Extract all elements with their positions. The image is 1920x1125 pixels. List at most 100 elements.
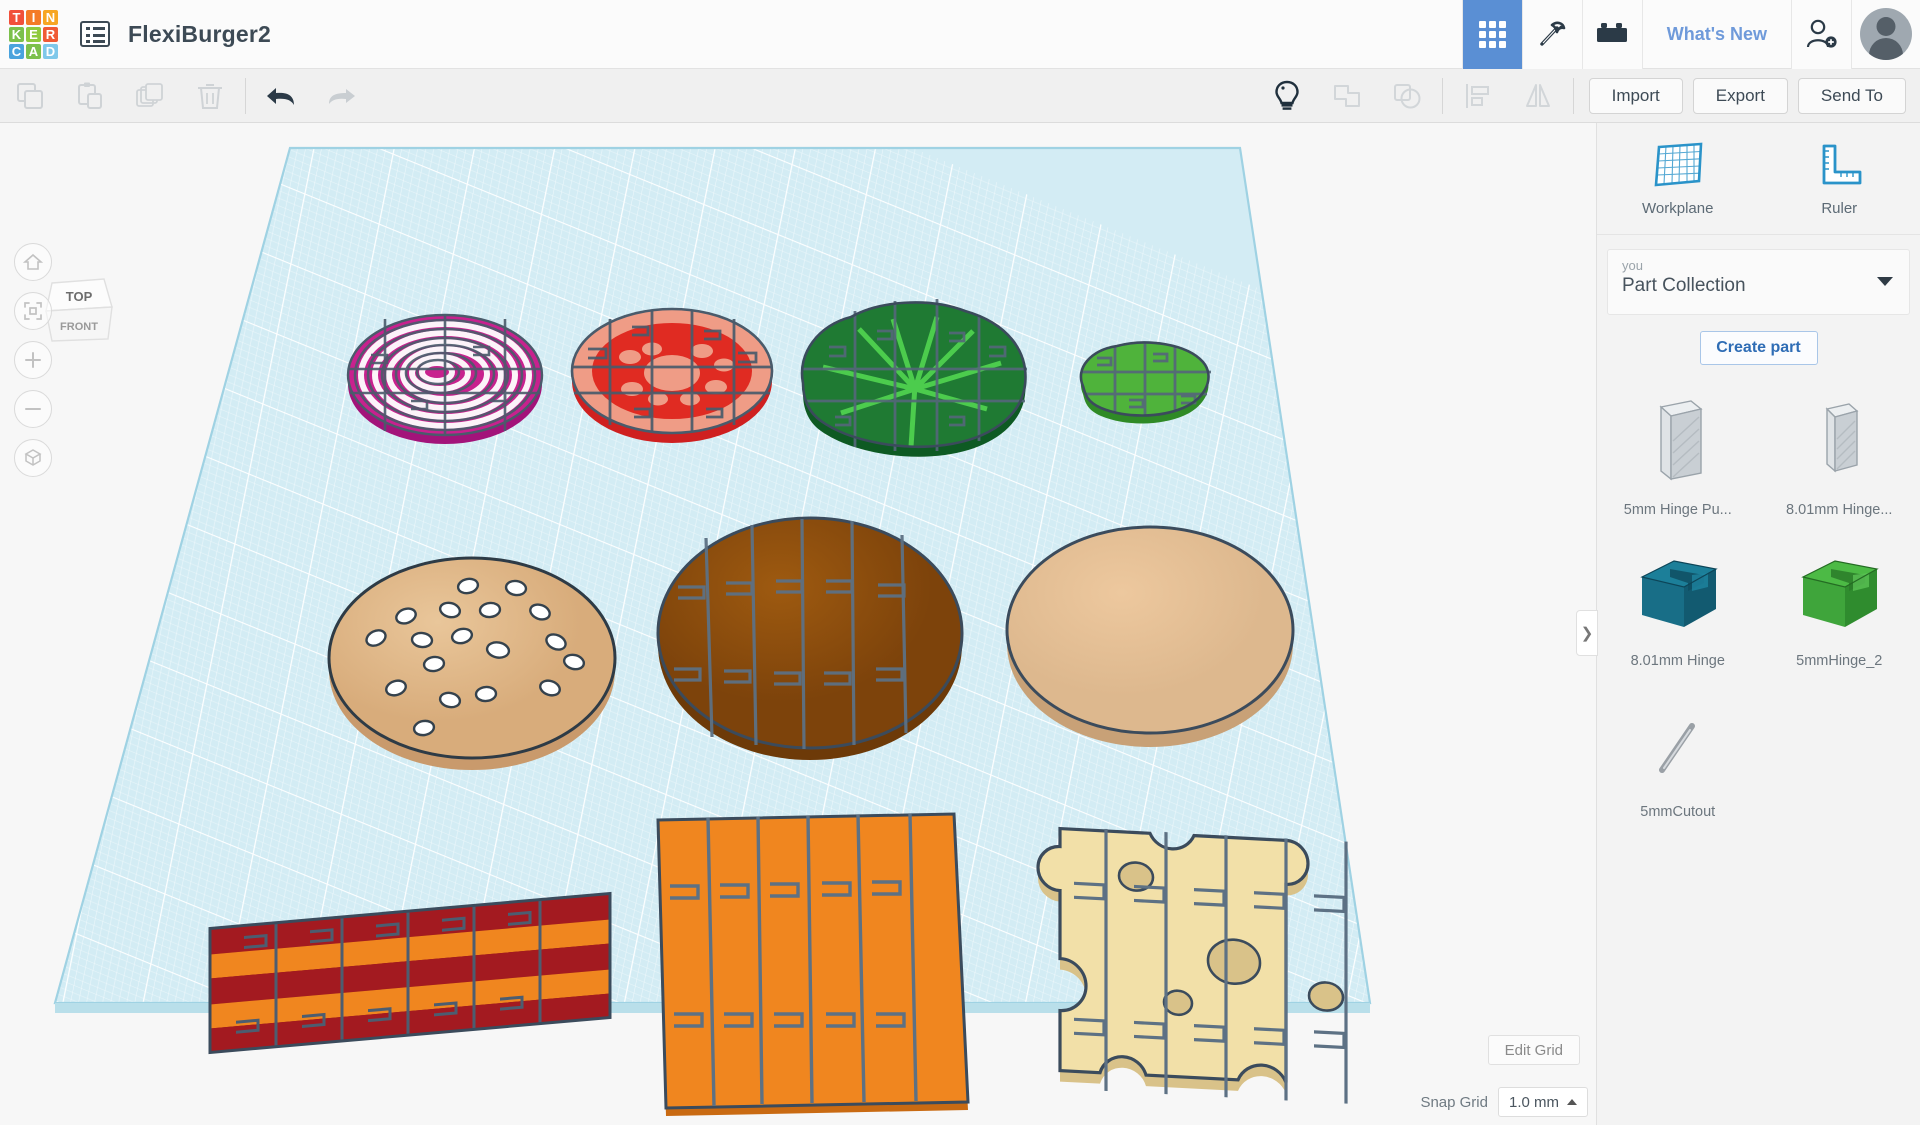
3d-canvas[interactable]: TOP FRONT Edit Grid Snap Grid 1.0 mm (0, 123, 1596, 1125)
zoom-in-button[interactable] (14, 341, 52, 379)
logo-tile-a: A (26, 43, 41, 59)
grid-icon (1478, 20, 1506, 48)
fit-to-view-button[interactable] (14, 292, 52, 330)
logo-tile-i: I (26, 9, 41, 25)
redo-button[interactable] (311, 69, 371, 123)
ruler-icon (1822, 144, 1862, 184)
delete-button[interactable] (180, 69, 240, 123)
logo-tile-r: R (43, 26, 58, 42)
chevron-down-icon (1877, 277, 1893, 286)
blocks-button[interactable] (1581, 0, 1642, 69)
logo-tile-c: C (9, 43, 24, 59)
logo-tile-n: N (43, 9, 58, 25)
undo-arrow-icon (267, 87, 294, 105)
designs-grid-button[interactable] (1461, 0, 1522, 69)
tinkercad-app: TINKERCAD FlexiBurger2 What's New Import… (0, 0, 1920, 1125)
whats-new-button[interactable]: What's New (1641, 0, 1791, 69)
object-onion-slice (346, 313, 544, 444)
part-label: 8.01mm Hinge... (1786, 502, 1893, 518)
duplicate-button[interactable] (120, 69, 180, 123)
lightbulb-icon (1274, 80, 1299, 110)
logo-tile-k: K (9, 26, 24, 42)
minus-icon (25, 408, 41, 410)
home-icon (23, 253, 43, 270)
ortho-cube-icon (24, 449, 42, 466)
toolbar-divider-2 (1441, 77, 1443, 114)
object-beef-patty (656, 516, 964, 760)
part-thumbnail (1630, 393, 1726, 493)
snap-grid-label: Snap Grid (1420, 1093, 1488, 1111)
top-bar: TINKERCAD FlexiBurger2 What's New (0, 0, 1920, 69)
group-button[interactable] (1317, 69, 1377, 123)
helper-tools-row: Workplane Ruler (1597, 123, 1920, 235)
part-label: 5mmCutout (1640, 804, 1716, 820)
plus-icon (25, 352, 41, 368)
part-item[interactable]: 8.01mm Hinge (1597, 538, 1759, 675)
sidebar-ruler-label: Ruler (1821, 199, 1858, 217)
logo-tile-t: T (9, 9, 24, 25)
document-title[interactable]: FlexiBurger2 (128, 21, 271, 48)
trash-icon (198, 83, 222, 109)
zoom-out-button[interactable] (14, 390, 52, 428)
part-thumbnail (1630, 695, 1726, 795)
part-label: 5mm Hinge Pu... (1623, 502, 1732, 518)
design-list-icon[interactable] (80, 21, 110, 47)
part-collection-dropdown[interactable]: you Part Collection (1607, 249, 1910, 315)
ungroup-button[interactable] (1377, 69, 1437, 123)
export-button[interactable]: Export (1692, 77, 1788, 114)
add-user-icon (1806, 19, 1837, 48)
fit-view-icon (24, 302, 42, 320)
object-lettuce-leaf (800, 299, 1027, 457)
user-menu-button[interactable] (1851, 0, 1920, 69)
avatar (1860, 8, 1912, 60)
redo-arrow-icon (329, 88, 355, 104)
object-orange-slab (656, 812, 970, 1116)
green-hinge-icon (1801, 560, 1879, 627)
part-item[interactable]: 5mmCutout (1597, 689, 1759, 826)
send-to-button[interactable]: Send To (1797, 77, 1906, 114)
projection-toggle-button[interactable] (14, 439, 52, 477)
part-thumbnail (1791, 544, 1887, 644)
part-thumbnail (1630, 544, 1726, 644)
edit-toolbar: Import Export Send To (0, 69, 1920, 123)
snap-grid-value: 1.0 mm (1508, 1093, 1559, 1111)
sidebar-ruler-tool[interactable]: Ruler (1759, 123, 1920, 234)
object-bun-top (327, 556, 617, 770)
part-item[interactable]: 5mmHinge_2 (1759, 538, 1920, 675)
workplane-icon (1654, 142, 1703, 186)
mirror-button[interactable] (1508, 69, 1568, 123)
chevron-up-icon (1567, 1099, 1577, 1105)
logo-tile-e: E (26, 26, 41, 42)
panel-collapse-handle[interactable]: ❯ (1576, 610, 1598, 656)
view-cube-front-label: FRONT (60, 321, 98, 333)
chevron-right-icon: ❯ (1580, 625, 1594, 642)
paste-button[interactable] (60, 69, 120, 123)
edit-tool-group (0, 69, 371, 123)
import-button[interactable]: Import (1588, 77, 1683, 114)
create-part-button[interactable]: Create part (1699, 331, 1818, 365)
snap-grid-select[interactable]: 1.0 mm (1497, 1087, 1588, 1117)
invite-button[interactable] (1791, 0, 1851, 69)
sidebar-workplane-tool[interactable]: Workplane (1597, 123, 1759, 234)
edit-grid-button[interactable]: Edit Grid (1487, 1035, 1580, 1065)
group-shapes-icon (1333, 84, 1360, 107)
collection-owner: you (1622, 258, 1643, 273)
part-item[interactable]: 5mm Hinge Pu... (1597, 387, 1759, 524)
object-tomato-slice (570, 307, 774, 443)
home-view-button[interactable] (14, 243, 52, 281)
align-icon (1465, 83, 1489, 108)
light-button[interactable] (1257, 69, 1317, 123)
align-button[interactable] (1448, 69, 1508, 123)
collection-name: Part Collection (1622, 275, 1746, 296)
duplicate-icon (136, 82, 163, 107)
view-tool-group: Import Export Send To (1257, 69, 1920, 123)
part-item[interactable]: 8.01mm Hinge... (1759, 387, 1920, 524)
undo-button[interactable] (251, 69, 311, 123)
object-bun-bottom (1005, 525, 1295, 747)
teal-hinge-icon (1640, 560, 1718, 627)
minecraft-button[interactable] (1521, 0, 1582, 69)
part-label: 8.01mm Hinge (1630, 653, 1725, 669)
tinkercad-logo[interactable]: TIN KER CAD (9, 9, 58, 59)
snap-grid-control: Snap Grid 1.0 mm (1420, 1087, 1588, 1117)
copy-button[interactable] (0, 69, 60, 123)
